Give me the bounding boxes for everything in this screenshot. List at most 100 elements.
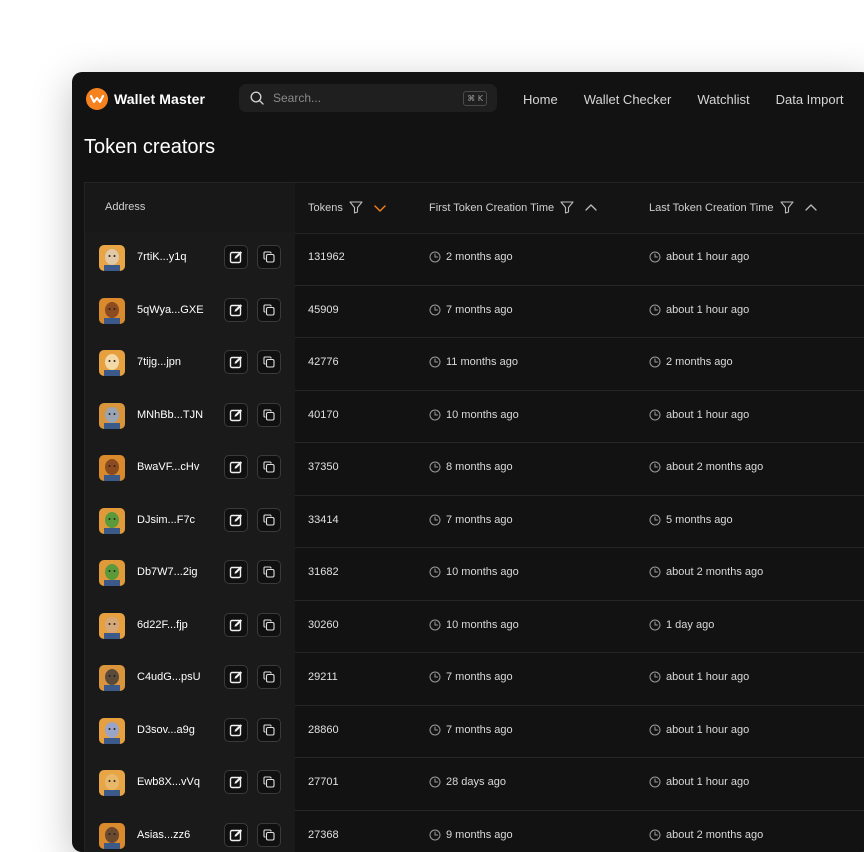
nav-item[interactable]: Watchlist: [697, 92, 749, 107]
table-row[interactable]: BwaVF...cHv373508 months agoabout 2 mont…: [84, 442, 864, 496]
first-creation-time: 7 months ago: [429, 304, 513, 316]
wallet-address[interactable]: Ewb8X...vVq: [137, 776, 200, 788]
column-header-last-creation[interactable]: Last Token Creation Time: [649, 201, 818, 214]
filter-icon[interactable]: [560, 201, 574, 214]
edit-icon: [229, 250, 243, 264]
edit-button[interactable]: [224, 665, 248, 689]
edit-button[interactable]: [224, 718, 248, 742]
table-row[interactable]: 7tijg...jpn4277611 months ago2 months ag…: [84, 337, 864, 391]
edit-button[interactable]: [224, 823, 248, 847]
wallet-address[interactable]: C4udG...psU: [137, 671, 201, 683]
avatar: [99, 455, 125, 481]
brand[interactable]: Wallet Master: [86, 88, 205, 110]
nav-item[interactable]: Data Import: [776, 92, 844, 107]
table-row[interactable]: MNhBb...TJN4017010 months agoabout 1 hou…: [84, 390, 864, 444]
first-creation-time-text: 10 months ago: [446, 619, 519, 631]
last-creation-time-text: about 1 hour ago: [666, 251, 749, 263]
edit-button[interactable]: [224, 403, 248, 427]
first-creation-time: 10 months ago: [429, 409, 519, 421]
edit-button[interactable]: [224, 560, 248, 584]
copy-icon: [263, 776, 275, 788]
tokens-count: 42776: [308, 356, 339, 368]
search-input[interactable]: [271, 90, 455, 106]
copy-button[interactable]: [257, 823, 281, 847]
copy-button[interactable]: [257, 560, 281, 584]
edit-button[interactable]: [224, 770, 248, 794]
table-row[interactable]: 5qWya...GXE459097 months agoabout 1 hour…: [84, 285, 864, 339]
wallet-address[interactable]: D3sov...a9g: [137, 724, 195, 736]
first-creation-time: 10 months ago: [429, 566, 519, 578]
wallet-address[interactable]: Db7W7...2ig: [137, 566, 198, 578]
copy-icon: [263, 671, 275, 683]
wallet-address[interactable]: Asias...zz6: [137, 829, 190, 841]
edit-button[interactable]: [224, 613, 248, 637]
first-creation-time: 7 months ago: [429, 671, 513, 683]
last-creation-time-text: about 1 hour ago: [666, 724, 749, 736]
address-cell: Asias...zz6: [84, 810, 295, 852]
copy-button[interactable]: [257, 455, 281, 479]
edit-icon: [229, 513, 243, 527]
clock-icon: [429, 829, 441, 841]
avatar: [99, 770, 125, 796]
first-creation-time: 7 months ago: [429, 724, 513, 736]
edit-button[interactable]: [224, 350, 248, 374]
copy-button[interactable]: [257, 350, 281, 374]
table-row[interactable]: DJsim...F7c334147 months ago5 months ago: [84, 495, 864, 549]
copy-button[interactable]: [257, 665, 281, 689]
first-creation-time-text: 7 months ago: [446, 514, 513, 526]
address-cell: BwaVF...cHv: [84, 442, 295, 495]
last-creation-time: about 1 hour ago: [649, 304, 749, 316]
avatar: [99, 613, 125, 639]
wallet-address[interactable]: 7tijg...jpn: [137, 356, 181, 368]
clock-icon: [429, 724, 441, 736]
clock-icon: [649, 566, 661, 578]
edit-button[interactable]: [224, 298, 248, 322]
filter-icon[interactable]: [349, 201, 363, 214]
address-cell: C4udG...psU: [84, 652, 295, 705]
clock-icon: [429, 409, 441, 421]
table-row[interactable]: D3sov...a9g288607 months agoabout 1 hour…: [84, 705, 864, 759]
sort-ascending-icon[interactable]: [804, 203, 818, 213]
nav-item[interactable]: Wallet Checker: [584, 92, 672, 107]
avatar: [99, 245, 125, 271]
sort-descending-icon[interactable]: [373, 203, 387, 213]
table-row[interactable]: Asias...zz6273689 months agoabout 2 mont…: [84, 810, 864, 852]
avatar: [99, 298, 125, 324]
first-creation-time: 28 days ago: [429, 776, 506, 788]
wallet-address[interactable]: 6d22F...fjp: [137, 619, 188, 631]
table-row[interactable]: 7rtiK...y1q1319622 months agoabout 1 hou…: [84, 232, 864, 286]
column-header-tokens[interactable]: Tokens: [308, 201, 387, 214]
copy-icon: [263, 829, 275, 841]
nav-item[interactable]: Home: [523, 92, 558, 107]
edit-button[interactable]: [224, 455, 248, 479]
last-creation-time: 5 months ago: [649, 514, 733, 526]
copy-button[interactable]: [257, 298, 281, 322]
column-header-first-creation[interactable]: First Token Creation Time: [429, 201, 598, 214]
table-row[interactable]: Db7W7...2ig3168210 months agoabout 2 mon…: [84, 547, 864, 601]
edit-button[interactable]: [224, 508, 248, 532]
copy-button[interactable]: [257, 613, 281, 637]
edit-button[interactable]: [224, 245, 248, 269]
copy-button[interactable]: [257, 403, 281, 427]
first-creation-time: 8 months ago: [429, 461, 513, 473]
copy-button[interactable]: [257, 508, 281, 532]
last-creation-time-text: 1 day ago: [666, 619, 714, 631]
table-row[interactable]: 6d22F...fjp3026010 months ago1 day ago: [84, 600, 864, 654]
last-creation-time: about 2 months ago: [649, 829, 763, 841]
wallet-address[interactable]: MNhBb...TJN: [137, 409, 203, 421]
sort-ascending-icon[interactable]: [584, 203, 598, 213]
copy-button[interactable]: [257, 718, 281, 742]
filter-icon[interactable]: [780, 201, 794, 214]
copy-icon: [263, 356, 275, 368]
wallet-address[interactable]: 7rtiK...y1q: [137, 251, 187, 263]
wallet-address[interactable]: BwaVF...cHv: [137, 461, 199, 473]
wallet-address[interactable]: DJsim...F7c: [137, 514, 195, 526]
search-box[interactable]: ⌘ K: [239, 84, 497, 112]
table-row[interactable]: Ewb8X...vVq2770128 days agoabout 1 hour …: [84, 757, 864, 811]
last-creation-time-text: about 1 hour ago: [666, 671, 749, 683]
column-header-address: Address: [105, 201, 145, 213]
copy-button[interactable]: [257, 770, 281, 794]
table-row[interactable]: C4udG...psU292117 months agoabout 1 hour…: [84, 652, 864, 706]
wallet-address[interactable]: 5qWya...GXE: [137, 304, 204, 316]
copy-button[interactable]: [257, 245, 281, 269]
